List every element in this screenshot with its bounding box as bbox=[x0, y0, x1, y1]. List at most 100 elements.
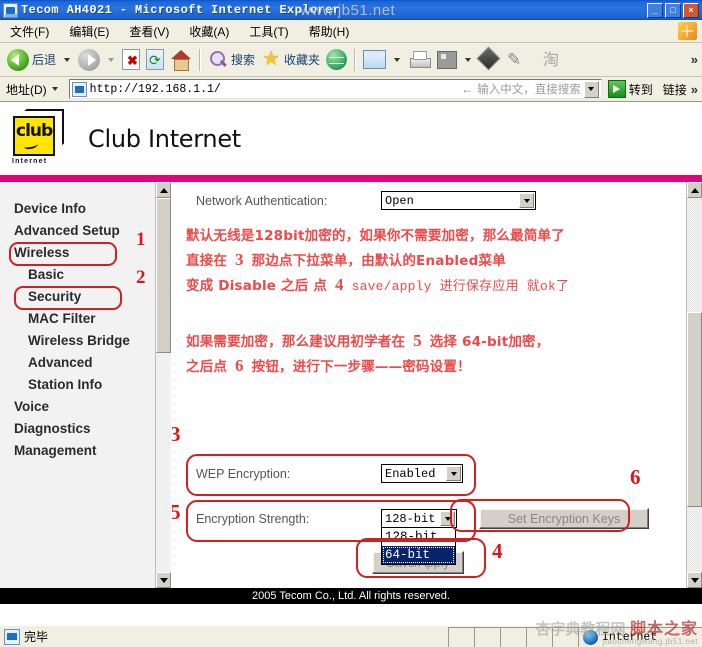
toolbar-separator-2 bbox=[354, 48, 357, 71]
print-button[interactable] bbox=[405, 45, 434, 75]
go-button[interactable]: 转到 bbox=[604, 80, 657, 98]
sidebar-item-diagnostics[interactable]: Diagnostics bbox=[14, 418, 171, 440]
sidebar-scroll-up-button[interactable] bbox=[156, 182, 171, 198]
brand-title: Club Internet bbox=[88, 125, 241, 153]
address-search-hint: ← 输入中文，直接搜索 bbox=[461, 81, 584, 97]
annotation-line-2: 直接在 3 那边点下拉菜单，由默认的Enabled菜单 bbox=[186, 248, 702, 273]
menu-item-file[interactable]: 文件(F) bbox=[0, 21, 59, 42]
internet-zone-icon bbox=[583, 629, 598, 645]
status-bar: 完毕 Internet 杏字典教程网 脚本之家 jiaochengwang.jb… bbox=[0, 621, 702, 647]
address-bar: 地址(D) http://192.168.1.1/ ← 输入中文，直接搜索 转到… bbox=[0, 77, 702, 102]
swoosh-button[interactable]: ✎ bbox=[504, 45, 536, 75]
menu-item-view[interactable]: 查看(V) bbox=[119, 21, 179, 42]
forward-icon bbox=[78, 48, 101, 71]
chevron-down-icon-main bbox=[690, 577, 699, 583]
callout-number-3: 3 bbox=[172, 422, 181, 447]
messenger-button[interactable] bbox=[476, 45, 504, 75]
address-input[interactable]: http://192.168.1.1/ ← 输入中文，直接搜索 bbox=[68, 79, 602, 99]
status-cell-1 bbox=[448, 626, 474, 647]
stop-button[interactable]: ✖ bbox=[119, 45, 143, 75]
search-icon bbox=[208, 50, 228, 70]
address-dropdown-icon[interactable] bbox=[51, 87, 58, 91]
stop-icon: ✖ bbox=[122, 49, 141, 70]
edit-icon bbox=[437, 50, 458, 69]
title-bar: Tecom AH4021 - Microsoft Internet Explor… bbox=[0, 0, 702, 20]
maximize-button[interactable]: □ bbox=[665, 2, 681, 18]
window-controls: _ □ × bbox=[647, 2, 700, 18]
sidebar-item-mac-filter[interactable]: MAC Filter bbox=[14, 308, 171, 330]
favorites-icon: ★ bbox=[262, 48, 280, 70]
forward-dropdown-icon[interactable] bbox=[108, 57, 115, 62]
annotation-line-5a: 之后点 bbox=[186, 359, 228, 375]
highlight-box-security bbox=[14, 286, 122, 310]
home-button[interactable] bbox=[167, 45, 195, 75]
callout-number-6: 6 bbox=[630, 465, 641, 489]
sidebar-item-voice[interactable]: Voice bbox=[14, 396, 171, 418]
network-auth-dropdown-icon[interactable] bbox=[519, 193, 534, 208]
sidebar-scroll-down-button[interactable] bbox=[156, 572, 171, 588]
back-button[interactable]: 后退 bbox=[4, 45, 59, 75]
sidebar-item-device-info[interactable]: Device Info bbox=[14, 198, 171, 220]
taobao-icon: 淘 bbox=[543, 49, 560, 69]
mail-icon bbox=[363, 50, 387, 69]
taobao-button[interactable]: 淘 bbox=[536, 45, 566, 75]
minimize-icon: _ bbox=[652, 4, 658, 15]
main-scrollbar[interactable] bbox=[686, 182, 702, 588]
forward-button[interactable] bbox=[75, 45, 103, 75]
sidebar-item-advanced[interactable]: Advanced bbox=[14, 352, 171, 374]
menu-item-tools[interactable]: 工具(T) bbox=[239, 21, 298, 42]
home-icon bbox=[170, 49, 192, 71]
chevron-up-icon-main bbox=[690, 187, 699, 193]
sidebar-item-advanced-setup[interactable]: Advanced Setup bbox=[14, 220, 171, 242]
toolbar-overflow-icon[interactable]: » bbox=[691, 52, 698, 67]
windows-flag-icon bbox=[678, 22, 697, 40]
network-auth-label: Network Authentication: bbox=[196, 193, 328, 208]
back-dropdown-icon[interactable] bbox=[64, 57, 71, 62]
callout-number-1: 1 bbox=[136, 229, 146, 250]
mail-dropdown-icon[interactable] bbox=[394, 57, 401, 62]
sidebar-item-wireless-bridge[interactable]: Wireless Bridge bbox=[14, 330, 171, 352]
status-cell-2 bbox=[474, 626, 500, 647]
sidebar-scroll-thumb[interactable] bbox=[156, 198, 171, 353]
sidebar-scrollbar[interactable] bbox=[155, 182, 171, 588]
status-cell-5 bbox=[552, 626, 578, 647]
logo-club-text: club bbox=[16, 121, 53, 141]
page-icon bbox=[71, 81, 87, 97]
sidebar-item-management[interactable]: Management bbox=[14, 440, 171, 462]
search-button[interactable]: 搜索 bbox=[205, 45, 258, 75]
edit-dropdown-icon[interactable] bbox=[465, 57, 472, 62]
content-area: Device Info Advanced Setup Wireless Basi… bbox=[0, 182, 702, 588]
status-cell-4 bbox=[526, 626, 552, 647]
annotation-line-4-num: 5 bbox=[413, 331, 422, 350]
back-icon bbox=[7, 48, 29, 71]
search-label: 搜索 bbox=[231, 53, 256, 67]
menu-item-favorites[interactable]: 收藏(A) bbox=[179, 21, 239, 42]
history-button[interactable] bbox=[323, 45, 350, 75]
security-zone[interactable]: Internet bbox=[578, 626, 702, 647]
close-button[interactable]: × bbox=[683, 2, 699, 18]
window-title: Tecom AH4021 - Microsoft Internet Explor… bbox=[21, 3, 341, 17]
refresh-button[interactable]: ⟳ bbox=[143, 45, 167, 75]
address-overflow-icon[interactable]: » bbox=[691, 82, 698, 97]
navigation-toolbar: 后退 ✖ ⟳ 搜索 ★ 收藏夹 ✎ 淘 » bbox=[0, 43, 702, 77]
mail-button[interactable] bbox=[360, 45, 389, 75]
sidebar-nav: Device Info Advanced Setup Wireless Basi… bbox=[0, 182, 172, 588]
annotation-block-1: 默认无线是128bit加密的，如果你不需要加密，那么最简单了 直接在 3 那边点… bbox=[172, 210, 702, 299]
edit-button[interactable] bbox=[434, 45, 460, 75]
sidebar-item-station-info[interactable]: Station Info bbox=[14, 374, 171, 396]
menu-item-edit[interactable]: 编辑(E) bbox=[59, 21, 119, 42]
sidebar-item-basic[interactable]: Basic bbox=[14, 264, 171, 286]
swoosh-icon: ✎ bbox=[507, 49, 522, 69]
links-button[interactable]: 链接 bbox=[663, 81, 687, 98]
favorites-button[interactable]: ★ 收藏夹 bbox=[258, 45, 323, 75]
page-footer: 2005 Tecom Co., Ltd. All rights reserved… bbox=[0, 588, 702, 604]
main-scroll-down-button[interactable] bbox=[687, 572, 702, 588]
main-scroll-thumb[interactable] bbox=[687, 312, 702, 507]
annotation-line-5: 之后点 6 按钮，进行下一步骤——密码设置！ bbox=[186, 354, 702, 379]
minimize-button[interactable]: _ bbox=[647, 2, 663, 18]
chevron-up-icon bbox=[159, 187, 168, 193]
network-auth-select[interactable]: Open bbox=[381, 191, 536, 210]
main-scroll-up-button[interactable] bbox=[687, 182, 702, 198]
menu-item-help[interactable]: 帮助(H) bbox=[299, 21, 360, 42]
address-history-button[interactable] bbox=[583, 80, 599, 98]
